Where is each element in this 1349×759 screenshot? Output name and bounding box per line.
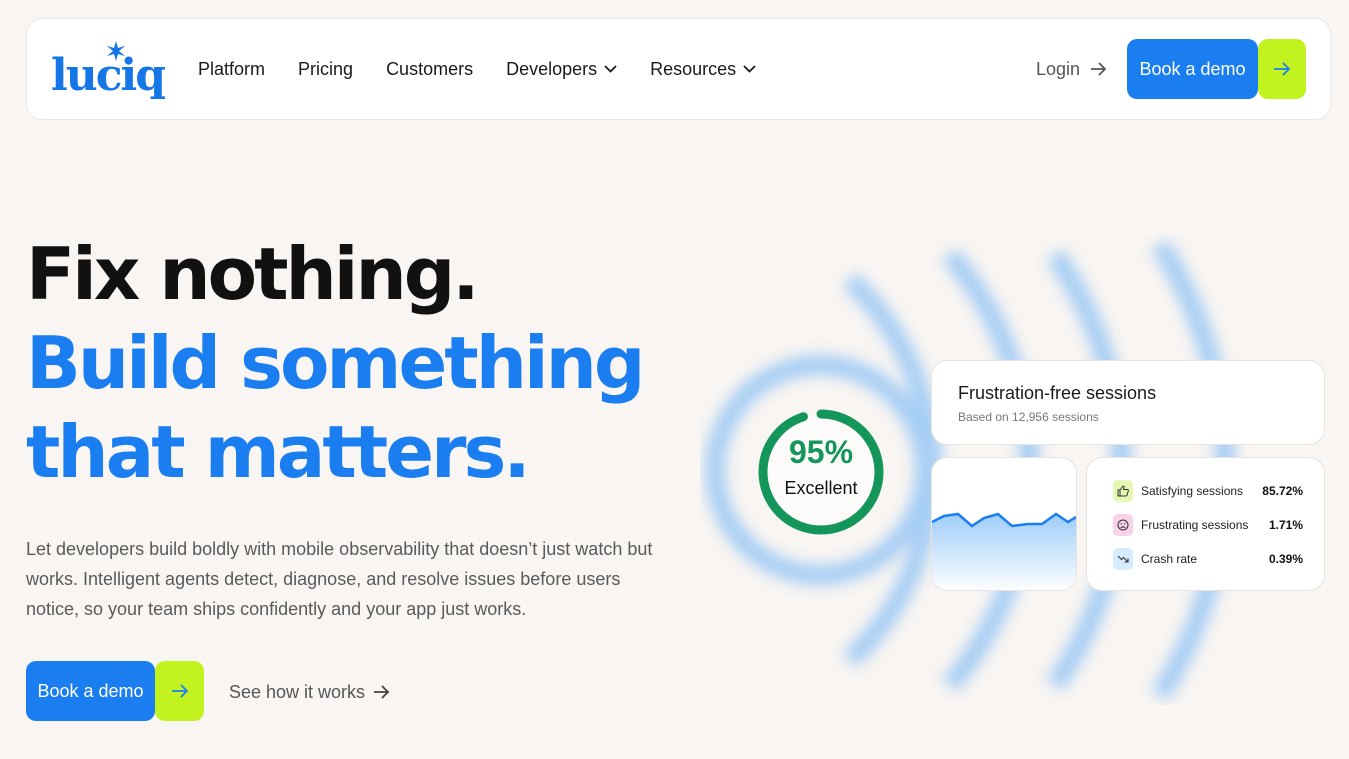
arrow-right-icon (374, 685, 390, 699)
headline-line-2: Build something (26, 321, 645, 405)
hero-headline: Fix nothing. Build something that matter… (26, 230, 645, 497)
arrow-right-icon (1091, 62, 1107, 76)
nav-links: Platform Pricing Customers Developers Re… (198, 57, 789, 81)
trend-down-icon (1113, 548, 1133, 570)
headline-line-3: that matters. (26, 410, 531, 494)
nav-link-customers[interactable]: Customers (386, 57, 473, 81)
hero-book-demo-arrow-button[interactable] (155, 661, 204, 721)
session-metrics-card: Satisfying sessions 85.72% Frustrating s… (1086, 457, 1325, 591)
card-subtitle: Based on 12,956 sessions (958, 410, 1099, 424)
top-navbar: luciq Platform Pricing Customers Develop… (26, 18, 1331, 120)
headline-line-1: Fix nothing. (26, 232, 480, 316)
see-how-it-works-link[interactable]: See how it works (229, 680, 390, 704)
luciq-logo[interactable]: luciq (51, 41, 166, 101)
metric-crash-rate: Crash rate 0.39% (1113, 547, 1303, 571)
arrow-right-icon (171, 684, 188, 698)
sparkline-card (931, 457, 1077, 591)
nav-link-developers[interactable]: Developers (506, 57, 617, 81)
score-label: Excellent (784, 478, 858, 498)
chevron-down-icon (604, 65, 617, 73)
book-demo-arrow-button[interactable] (1258, 39, 1306, 99)
frown-face-icon (1113, 514, 1133, 536)
thumbs-up-icon (1113, 480, 1133, 502)
nav-link-resources[interactable]: Resources (650, 57, 756, 81)
hero-book-demo-button[interactable]: Book a demo (26, 661, 155, 721)
metric-frustrating: Frustrating sessions 1.71% (1113, 513, 1303, 537)
hero-subtitle: Let developers build boldly with mobile … (26, 539, 653, 619)
gauge-ring (758, 409, 884, 535)
logo-star-icon (107, 41, 125, 61)
nav-link-pricing[interactable]: Pricing (298, 57, 353, 81)
book-demo-button[interactable]: Book a demo (1127, 39, 1258, 99)
score-value: 95% (788, 434, 854, 470)
arrow-right-icon (1274, 62, 1291, 76)
card-title: Frustration-free sessions (958, 383, 1157, 403)
chevron-down-icon (743, 65, 756, 73)
nav-link-platform[interactable]: Platform (198, 57, 265, 81)
score-gauge: 95% Excellent (755, 392, 887, 552)
sparkline-chart (932, 512, 1076, 590)
frustration-free-card: Frustration-free sessions Based on 12,95… (931, 360, 1325, 445)
login-link[interactable]: Login (1036, 57, 1107, 81)
metric-satisfying: Satisfying sessions 85.72% (1113, 479, 1303, 503)
